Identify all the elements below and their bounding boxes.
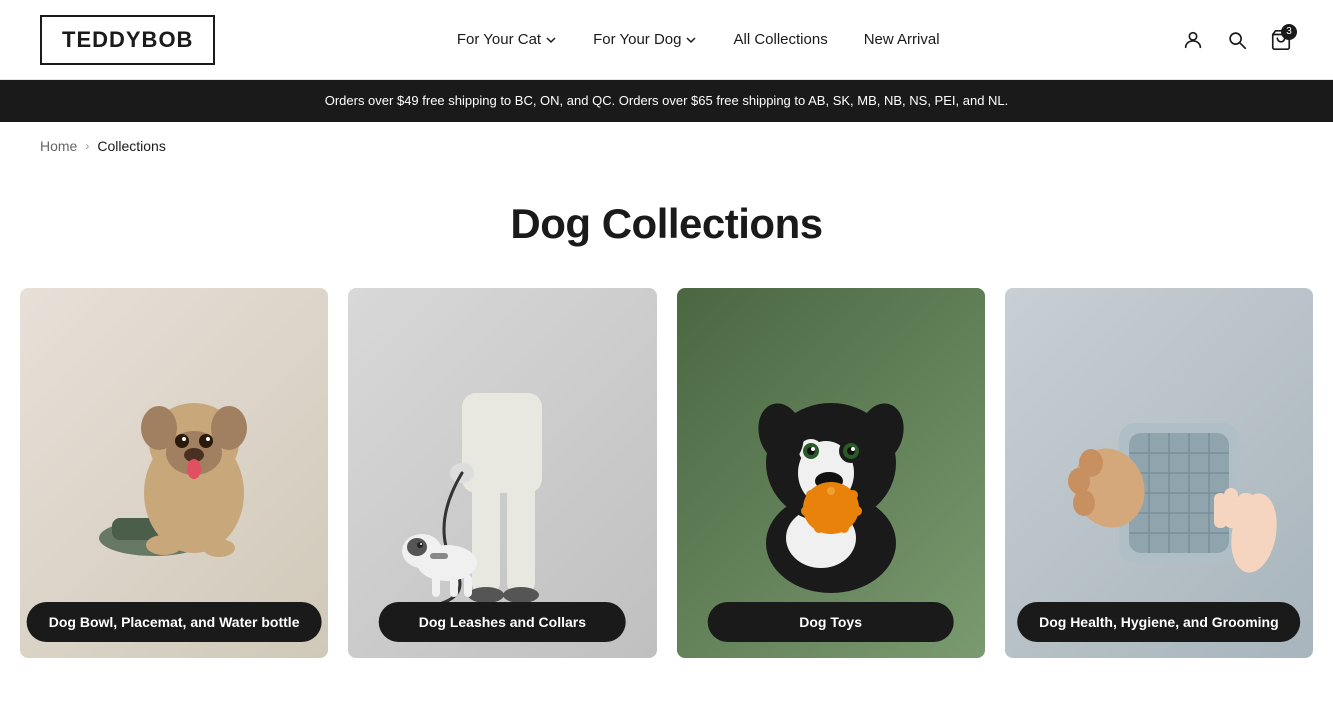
breadcrumb-separator: › (85, 139, 89, 153)
collection-label: Dog Bowl, Placemat, and Water bottle (27, 602, 322, 642)
page-title-section: Dog Collections (0, 170, 1333, 288)
nav-all-collections[interactable]: All Collections (733, 31, 827, 48)
search-icon[interactable] (1225, 28, 1249, 52)
chevron-down-icon (685, 34, 697, 46)
account-icon[interactable] (1181, 28, 1205, 52)
nav-for-your-dog[interactable]: For Your Dog (593, 31, 697, 48)
dog-toy-illustration (711, 333, 951, 613)
breadcrumb-home[interactable]: Home (40, 138, 77, 154)
dog-bowl-illustration (64, 363, 284, 583)
collection-card-dog-health[interactable]: Dog Health, Hygiene, and Grooming (1005, 288, 1313, 658)
breadcrumb-current: Collections (97, 138, 165, 154)
collection-label: Dog Health, Hygiene, and Grooming (1017, 602, 1301, 642)
breadcrumb: Home › Collections (0, 122, 1333, 170)
shipping-banner: Orders over $49 free shipping to BC, ON,… (0, 80, 1333, 122)
collection-card-dog-bowl[interactable]: Dog Bowl, Placemat, and Water bottle (20, 288, 328, 658)
nav-new-arrival[interactable]: New Arrival (864, 31, 940, 48)
collection-label: Dog Toys (707, 602, 954, 642)
page-title: Dog Collections (20, 200, 1313, 248)
logo[interactable]: TEDDYBOB (40, 15, 215, 65)
cart-icon[interactable]: 3 (1269, 28, 1293, 52)
collection-card-dog-toys[interactable]: Dog Toys (677, 288, 985, 658)
cart-count: 3 (1281, 24, 1297, 40)
chevron-down-icon (545, 34, 557, 46)
header-icons: 3 (1181, 28, 1293, 52)
collections-grid: Dog Bowl, Placemat, and Water bottle (0, 288, 1333, 718)
nav-for-your-cat[interactable]: For Your Cat (457, 31, 557, 48)
collection-label: Dog Leashes and Collars (379, 602, 626, 642)
dog-leash-illustration (402, 323, 602, 623)
main-nav: For Your Cat For Your Dog All Collection… (457, 31, 940, 48)
collection-card-dog-leashes[interactable]: Dog Leashes and Collars (348, 288, 656, 658)
site-header: TEDDYBOB For Your Cat For Your Dog All C… (0, 0, 1333, 80)
dog-health-illustration (1039, 333, 1279, 613)
